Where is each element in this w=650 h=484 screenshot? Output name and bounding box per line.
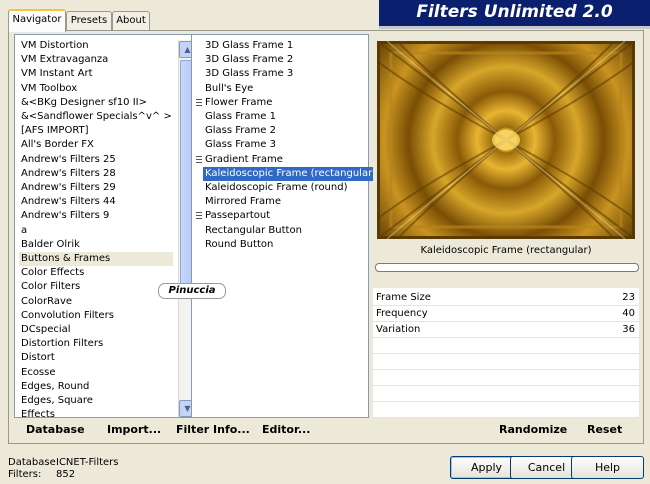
filter-item[interactable]: Passepartout xyxy=(203,209,270,223)
filter-item[interactable]: Kaleidoscopic Frame (rectangular) xyxy=(203,166,377,181)
category-list[interactable]: VM Distortion VM Extravaganza VM Instant A… xyxy=(14,34,196,420)
filter-item[interactable]: Bull's Eye xyxy=(203,82,253,96)
category-item[interactable]: Edges, Square xyxy=(19,394,173,408)
category-item[interactable]: Color Effects xyxy=(19,266,173,280)
param-value: 40 xyxy=(622,308,635,319)
filter-list[interactable]: 3D Glass Frame 1 3D Glass Frame 2 3D Glass… xyxy=(191,34,377,418)
category-item[interactable]: &<BKg Designer sf10 II> xyxy=(19,96,173,110)
category-item[interactable]: Andrew's Filters 28 xyxy=(19,167,173,181)
param-row-empty xyxy=(373,354,639,370)
category-item[interactable]: Ecosse xyxy=(19,366,173,380)
category-item[interactable]: Andrew's Filters 25 xyxy=(19,153,173,167)
category-item[interactable]: DCspecial xyxy=(19,323,173,337)
import-button[interactable]: Import... xyxy=(107,420,161,440)
category-item[interactable]: VM Distortion xyxy=(19,39,173,53)
param-row-empty xyxy=(373,402,639,418)
param-row-frequency[interactable]: Frequency 40 xyxy=(373,306,639,322)
editor-button[interactable]: Editor... xyxy=(262,420,310,440)
category-item[interactable]: Edges, Round xyxy=(19,380,173,394)
preview-frame xyxy=(373,37,639,243)
database-info-label: Database: xyxy=(8,457,60,468)
filter-item[interactable]: 3D Glass Frame 3 xyxy=(203,67,293,81)
filter-item[interactable]: Flower Frame xyxy=(203,96,272,110)
filter-item[interactable]: 3D Glass Frame 1 xyxy=(203,39,293,53)
param-row-frame-size[interactable]: Frame Size 23 xyxy=(373,290,639,306)
filter-item[interactable]: Round Button xyxy=(203,238,273,252)
tab-presets[interactable]: Presets xyxy=(66,11,112,30)
filter-item[interactable]: Glass Frame 1 xyxy=(203,110,276,124)
database-info-value: ICNET-Filters xyxy=(56,457,119,468)
category-item[interactable]: ColorRave xyxy=(19,295,173,309)
randomize-button[interactable]: Randomize xyxy=(499,420,567,440)
grip-icon xyxy=(196,98,202,108)
category-item[interactable]: VM Extravaganza xyxy=(19,53,173,67)
filter-item[interactable]: Glass Frame 3 xyxy=(203,138,276,152)
category-item[interactable]: All's Border FX xyxy=(19,138,173,152)
app-title-banner: Filters Unlimited 2.0 xyxy=(379,0,650,29)
category-item[interactable]: &<Sandflower Specials^v^ > xyxy=(19,110,173,124)
param-label: Frequency xyxy=(376,308,428,319)
filter-item[interactable]: Glass Frame 2 xyxy=(203,124,276,138)
param-row-empty xyxy=(373,386,639,402)
category-item[interactable]: Distortion Filters xyxy=(19,337,173,351)
reset-button[interactable]: Reset xyxy=(587,420,622,440)
watermark: Pinuccia xyxy=(158,283,226,299)
param-row-empty xyxy=(373,338,639,354)
category-item[interactable]: Convolution Filters xyxy=(19,309,173,323)
progress-bar xyxy=(375,263,639,272)
navigator-panel: VM Distortion VM Extravaganza VM Instant A… xyxy=(8,30,644,444)
param-row-empty xyxy=(373,370,639,386)
param-label: Variation xyxy=(376,324,421,335)
param-label: Frame Size xyxy=(376,292,431,303)
grip-icon xyxy=(196,212,202,222)
database-button[interactable]: Database xyxy=(26,420,85,440)
category-item[interactable]: Andrew's Filters 29 xyxy=(19,181,173,195)
preview-image xyxy=(377,41,635,239)
param-value: 36 xyxy=(622,324,635,335)
filter-info-button[interactable]: Filter Info... xyxy=(176,420,250,440)
category-item[interactable]: Balder Olrik xyxy=(19,238,173,252)
param-row-variation[interactable]: Variation 36 xyxy=(373,322,639,338)
category-item[interactable]: a xyxy=(19,224,173,238)
category-item[interactable]: Andrew's Filters 9 xyxy=(19,209,173,223)
category-item[interactable]: Andrew's Filters 44 xyxy=(19,195,173,209)
category-item[interactable]: [AFS IMPORT] xyxy=(19,124,173,138)
filters-count-label: Filters: xyxy=(8,469,42,480)
filter-item[interactable]: Mirrored Frame xyxy=(203,195,281,209)
grip-icon xyxy=(196,155,202,165)
category-item[interactable]: Distort xyxy=(19,351,173,365)
filter-item[interactable]: Gradient Frame xyxy=(203,153,283,167)
category-item[interactable]: VM Toolbox xyxy=(19,82,173,96)
help-button[interactable]: Help xyxy=(571,456,644,479)
tab-navigator[interactable]: Navigator xyxy=(8,9,66,32)
filter-item[interactable]: Kaleidoscopic Frame (round) xyxy=(203,181,348,195)
filter-item[interactable]: 3D Glass Frame 2 xyxy=(203,53,293,67)
category-item[interactable]: VM Instant Art xyxy=(19,67,173,81)
param-value: 23 xyxy=(622,292,635,303)
parameter-table: Frame Size 23 Frequency 40 Variation 36 xyxy=(373,288,639,418)
tab-about[interactable]: About xyxy=(112,11,150,30)
category-item[interactable]: Color Filters xyxy=(19,280,173,294)
filter-item[interactable]: Rectangular Button xyxy=(203,224,302,238)
category-item[interactable]: Buttons & Frames xyxy=(19,252,173,266)
preview-filter-name: Kaleidoscopic Frame (rectangular) xyxy=(420,245,592,256)
filters-count-value: 852 xyxy=(56,469,76,480)
